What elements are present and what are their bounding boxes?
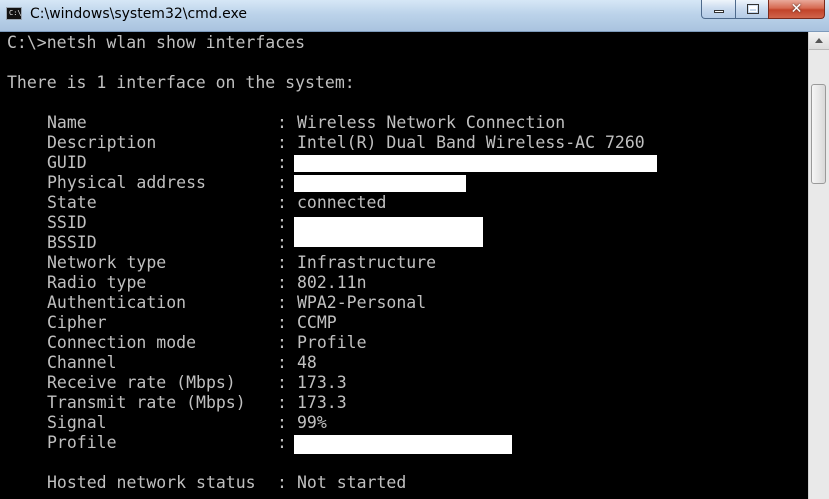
- title-bar[interactable]: C:\ C:\windows\system32\cmd.exe ✕: [0, 0, 829, 32]
- field-separator: :: [277, 173, 287, 192]
- field-key: Description: [47, 133, 157, 152]
- field-key: GUID: [47, 153, 87, 172]
- scrollbar-thumb[interactable]: [811, 84, 826, 184]
- field-separator: :: [277, 253, 287, 272]
- field-key: State: [47, 193, 97, 212]
- command-line: C:\>netsh wlan show interfaces: [7, 33, 306, 52]
- field-value: 802.11n: [297, 273, 367, 292]
- console-output[interactable]: C:\>netsh wlan show interfaces There is …: [0, 32, 808, 499]
- field-separator: :: [277, 473, 287, 492]
- field-value: Infrastructure: [297, 253, 437, 272]
- window-title: C:\windows\system32\cmd.exe: [30, 6, 247, 22]
- redacted-value: [294, 217, 483, 247]
- field-separator: :: [277, 193, 287, 212]
- field-value: 173.3: [297, 373, 347, 392]
- cmd-window: C:\ C:\windows\system32\cmd.exe ✕ C:\>ne…: [0, 0, 829, 499]
- field-separator: :: [277, 433, 287, 452]
- field-separator: :: [277, 273, 287, 292]
- interface-count-text: There is 1 interface on the system:: [7, 73, 355, 92]
- close-button[interactable]: ✕: [768, 0, 825, 19]
- maximize-icon: [747, 4, 759, 14]
- cmd-app-icon[interactable]: C:\: [6, 7, 22, 20]
- redacted-value: [294, 435, 512, 454]
- close-icon: ✕: [790, 1, 803, 17]
- field-separator: :: [277, 113, 287, 132]
- field-separator: :: [277, 213, 287, 232]
- field-separator: :: [277, 393, 287, 412]
- field-value: WPA2-Personal: [297, 293, 427, 312]
- field-key: Name: [47, 113, 87, 132]
- field-separator: :: [277, 293, 287, 312]
- field-key: Authentication: [47, 293, 187, 312]
- field-key: BSSID: [47, 233, 97, 252]
- field-separator: :: [277, 153, 287, 172]
- field-key: Connection mode: [47, 333, 197, 352]
- minimize-icon: [714, 10, 724, 13]
- field-value: Profile: [297, 333, 367, 352]
- field-value: 173.3: [297, 393, 347, 412]
- field-value: Intel(R) Dual Band Wireless-AC 7260: [297, 133, 645, 152]
- field-key: Signal: [47, 413, 107, 432]
- field-separator: :: [277, 373, 287, 392]
- field-key: Channel: [47, 353, 117, 372]
- vertical-scrollbar[interactable]: [808, 32, 829, 499]
- field-value: Wireless Network Connection: [297, 113, 566, 132]
- field-value: 99%: [297, 413, 327, 432]
- field-value: 48: [297, 353, 317, 372]
- hosted-network-value: Not started: [297, 473, 407, 492]
- field-key: Physical address: [47, 173, 206, 192]
- field-separator: :: [277, 133, 287, 152]
- field-separator: :: [277, 413, 287, 432]
- minimize-button[interactable]: [701, 0, 736, 19]
- hosted-network-key: Hosted network status: [47, 473, 256, 492]
- field-key: Transmit rate (Mbps): [47, 393, 246, 412]
- field-separator: :: [277, 233, 287, 252]
- field-separator: :: [277, 333, 287, 352]
- field-key: Profile: [47, 433, 117, 452]
- field-key: SSID: [47, 213, 87, 232]
- redacted-value: [294, 175, 466, 192]
- field-key: Network type: [47, 253, 167, 272]
- cmd-app-icon-label: C:\: [9, 9, 22, 17]
- scroll-up-arrow-icon[interactable]: [809, 32, 829, 50]
- field-separator: :: [277, 353, 287, 372]
- maximize-button[interactable]: [735, 0, 769, 19]
- field-separator: :: [277, 313, 287, 332]
- field-value: CCMP: [297, 313, 337, 332]
- field-key: Radio type: [47, 273, 147, 292]
- field-value: connected: [297, 193, 387, 212]
- field-key: Receive rate (Mbps): [47, 373, 236, 392]
- redacted-value: [294, 155, 657, 172]
- field-key: Cipher: [47, 313, 107, 332]
